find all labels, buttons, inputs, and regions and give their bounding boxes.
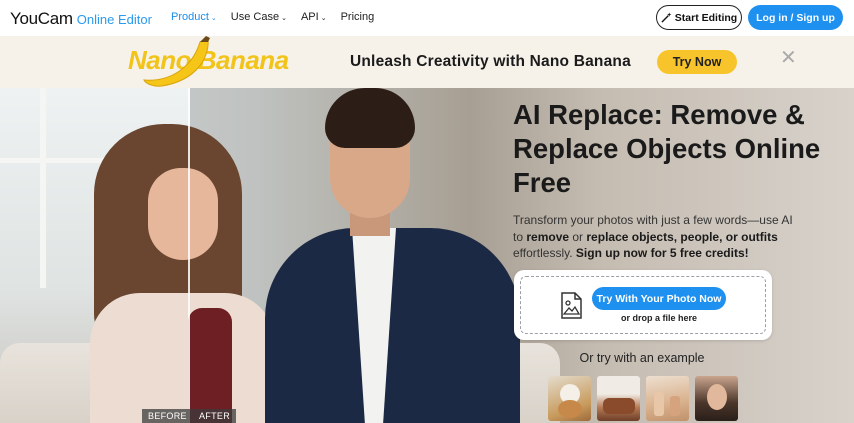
logo-sub-text: Online Editor — [76, 12, 152, 27]
woman-face — [148, 168, 218, 260]
try-now-button[interactable]: Try Now — [657, 50, 737, 74]
menu-item-use-case[interactable]: Use Case ⌄ — [231, 11, 287, 23]
window-frame — [40, 88, 46, 288]
try-now-label: Try Now — [672, 55, 722, 69]
page-title: AI Replace: Remove & Replace Objects Onl… — [513, 99, 821, 198]
before-after-slider[interactable] — [188, 88, 190, 423]
chevron-down-icon: ⌄ — [210, 15, 217, 22]
menu-item-label: Product — [171, 11, 209, 23]
banana-icon — [143, 36, 210, 87]
try-with-photo-label: Try With Your Photo Now — [596, 292, 722, 305]
example-thumbnail-bottles[interactable] — [646, 376, 689, 421]
example-thumbnail-woman[interactable] — [695, 376, 738, 421]
close-icon[interactable]: ✕ — [780, 48, 797, 68]
top-navbar: YouCam Online Editor Product ⌄ Use Case … — [0, 0, 854, 36]
chevron-down-icon: ⌄ — [320, 15, 327, 22]
menu-item-api[interactable]: API ⌄ — [301, 11, 327, 23]
image-upload-icon — [561, 292, 582, 319]
woman-top — [188, 308, 232, 423]
example-thumbnail-dog[interactable] — [548, 376, 591, 421]
example-thumbnails — [548, 376, 738, 421]
start-editing-label: Start Editing — [674, 11, 738, 24]
man-hair — [325, 88, 415, 148]
youcam-logo[interactable]: YouCam Online Editor — [10, 9, 152, 29]
hero-description: Transform your photos with just a few wo… — [513, 212, 803, 262]
menu-item-label: API — [300, 11, 319, 23]
menu-item-label: Pricing — [340, 11, 375, 23]
before-label: BEFORE — [142, 409, 193, 423]
try-with-photo-button[interactable]: Try With Your Photo Now — [592, 287, 726, 310]
after-label: AFTER — [193, 409, 237, 423]
desc-text: or — [569, 229, 587, 244]
woman-blouse — [90, 293, 275, 423]
logo-main-text: YouCam — [10, 9, 73, 28]
login-signup-label: Log in / Sign up — [756, 11, 835, 24]
login-signup-button[interactable]: Log in / Sign up — [748, 5, 843, 30]
menu-item-label: Use Case — [230, 11, 280, 23]
banner-headline: Unleash Creativity with Nano Banana — [350, 53, 631, 70]
main-menu: Product ⌄ Use Case ⌄ API ⌄ Pricing — [171, 11, 374, 23]
desc-bold: replace objects, people, or outfits — [586, 229, 778, 244]
menu-item-product[interactable]: Product ⌄ — [171, 11, 217, 23]
chevron-down-icon: ⌄ — [281, 15, 287, 22]
examples-heading: Or try with an example — [579, 351, 705, 365]
example-thumbnail-cake[interactable] — [597, 376, 640, 421]
desc-text: effortlessly. — [513, 246, 576, 260]
desc-bold: Sign up now for 5 free credits! — [575, 246, 749, 260]
promo-banner[interactable]: Nano Banana Unleash Creativity with Nano… — [0, 36, 854, 88]
magic-wand-icon — [661, 12, 672, 23]
start-editing-button[interactable]: Start Editing — [656, 5, 742, 30]
menu-item-pricing[interactable]: Pricing — [341, 11, 375, 23]
desc-bold: remove — [526, 229, 570, 244]
drop-file-text: or drop a file here — [620, 313, 698, 323]
